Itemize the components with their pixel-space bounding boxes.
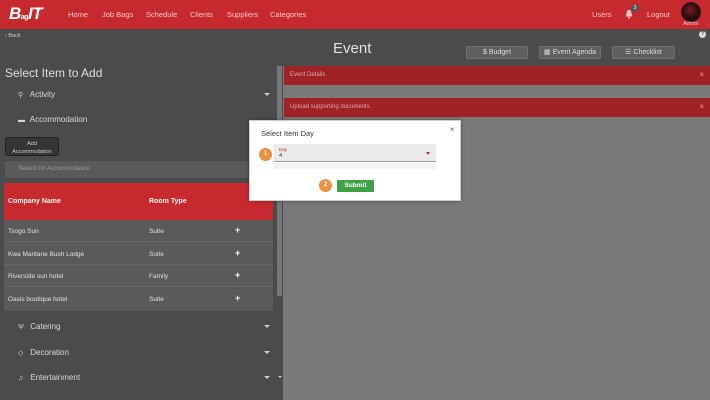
room-type-cell: Suite [149, 296, 164, 303]
category-catering-label: Catering [30, 322, 61, 331]
budget-button[interactable]: $ Budget [466, 46, 528, 59]
table-row: Oasis boutique hotel Suite + [4, 288, 273, 310]
category-entertainment[interactable]: ♫ Entertainment [18, 373, 270, 387]
day-label: Day [279, 147, 288, 152]
music-icon: ♫ [18, 375, 24, 382]
add-row-button[interactable]: + [235, 225, 240, 235]
modal-title: Select Item Day [261, 129, 314, 138]
close-icon[interactable]: × [699, 70, 704, 79]
step-1-badge: 1 [259, 148, 272, 161]
cutlery-icon: Ψ [18, 324, 24, 331]
step-2-badge: 2 [319, 179, 332, 192]
back-link[interactable]: ‹ Back [5, 33, 21, 39]
chevron-down-icon [264, 351, 270, 354]
accordion-label: Event Details [290, 72, 326, 78]
table-row: Tsogo Sun Suite + [4, 220, 273, 242]
search-accommodation-input[interactable]: Search for Accommodation [5, 161, 273, 178]
add-accommodation-button[interactable]: Add Accommodation [5, 137, 59, 156]
day-select[interactable]: Day 4 [274, 144, 436, 162]
table-row: Kwa Maritane Bush Lodge Suite + [4, 243, 273, 265]
table-row: Riverside sun hotel Family + [4, 265, 273, 287]
day-field-underline [274, 163, 436, 169]
admin-label: Admin [683, 21, 699, 27]
nav-users[interactable]: Users [592, 10, 612, 19]
accordion-upload-documents[interactable]: Upload supporting documents × [284, 98, 710, 117]
category-activity-label: Activity [29, 90, 56, 99]
add-row-button[interactable]: + [235, 248, 240, 258]
app-logo[interactable]: BagIT [9, 4, 43, 24]
company-name-cell: Tsogo Sun [8, 228, 39, 235]
checklist-button[interactable]: ☰ Checklist [612, 46, 675, 59]
category-accommodation-label: Accommodation [29, 115, 88, 124]
add-button-line2: Accommodation [12, 149, 52, 155]
col-company-name: Company Name [8, 198, 61, 205]
select-item-day-modal: Select Item Day × 1 Day 4 2 Submit [249, 120, 461, 201]
chevron-down-icon [264, 376, 270, 379]
category-accommodation[interactable]: ▬ Accommodation [18, 115, 270, 129]
chevron-down-icon [264, 325, 270, 328]
nav-logout[interactable]: Logout [647, 10, 670, 19]
accordion-label: Upload supporting documents [290, 104, 370, 110]
nav-categories[interactable]: Categories [270, 10, 306, 19]
help-icon[interactable]: ? [699, 31, 706, 38]
table-header: Company Name Room Type [4, 183, 273, 220]
col-room-type: Room Type [149, 198, 187, 205]
accordion-event-details[interactable]: Event Details × [284, 66, 710, 85]
close-icon[interactable]: × [450, 125, 455, 134]
category-catering[interactable]: Ψ Catering [18, 322, 270, 336]
bed-icon: ▬ [18, 117, 25, 124]
add-button-line1: Add [27, 141, 37, 147]
day-value: 4 [279, 153, 283, 159]
category-activity[interactable]: ⚲ Activity [18, 90, 270, 104]
chevron-down-icon [426, 152, 430, 155]
nav-suppliers[interactable]: Suppliers [227, 10, 258, 19]
top-navbar: BagIT Home Job Bags Schedule Clients Sup… [0, 0, 710, 29]
nav-clients[interactable]: Clients [190, 10, 213, 19]
nav-home[interactable]: Home [68, 10, 88, 19]
nav-job-bags[interactable]: Job Bags [102, 10, 133, 19]
event-agenda-button[interactable]: ▦ Event Agenda [539, 46, 601, 59]
company-name-cell: Riverside sun hotel [8, 273, 64, 280]
company-name-cell: Kwa Maritane Bush Lodge [8, 251, 85, 258]
diamond-icon: ◇ [18, 350, 24, 357]
category-decoration[interactable]: ◇ Decoration [18, 348, 270, 362]
room-type-cell: Suite [149, 251, 164, 258]
select-item-title: Select Item to Add [5, 66, 103, 80]
scroll-down-icon[interactable] [278, 376, 282, 378]
company-name-cell: Oasis boutique hotel [8, 296, 68, 303]
chevron-down-icon [264, 93, 270, 96]
accommodation-table: Company Name Room Type Tsogo Sun Suite +… [4, 183, 273, 311]
category-entertainment-label: Entertainment [30, 373, 81, 382]
room-type-cell: Suite [149, 228, 164, 235]
close-icon[interactable]: × [699, 102, 704, 111]
avatar[interactable] [681, 2, 701, 22]
add-row-button[interactable]: + [235, 270, 240, 280]
submit-button[interactable]: Submit [337, 180, 374, 192]
page-title: Event [333, 40, 372, 57]
bicycle-icon: ⚲ [18, 92, 24, 99]
category-decoration-label: Decoration [30, 348, 69, 357]
room-type-cell: Family [149, 273, 169, 280]
nav-schedule[interactable]: Schedule [146, 10, 177, 19]
notification-badge: 3 [631, 4, 639, 12]
add-row-button[interactable]: + [235, 293, 240, 303]
